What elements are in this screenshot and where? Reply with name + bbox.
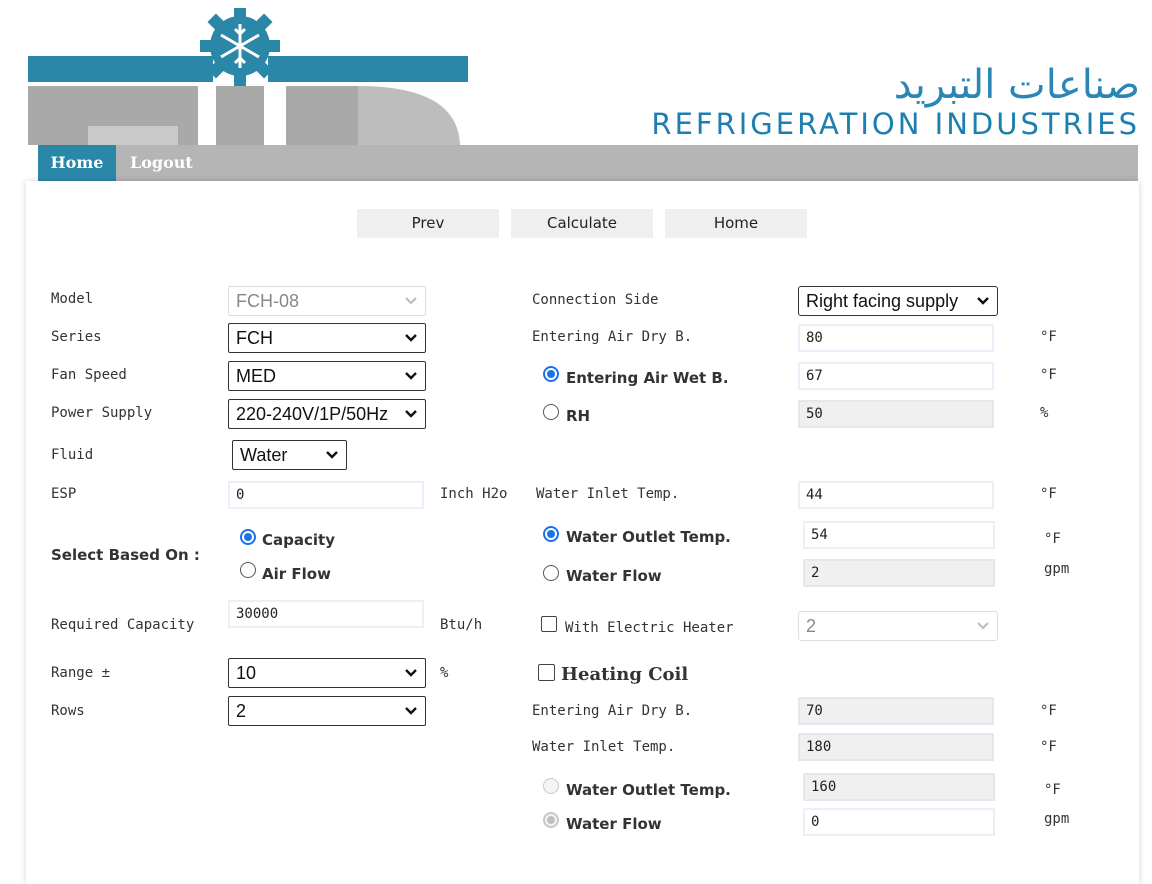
entering-air-dry-label: Entering Air Dry B. [532, 329, 693, 345]
esp-input[interactable]: 0 [228, 481, 424, 509]
company-name-arabic: صناعات التبريد [893, 62, 1140, 108]
water-flow-radio[interactable] [543, 565, 559, 581]
water-outlet-radio[interactable] [543, 526, 559, 542]
heating-water-flow-radio[interactable] [543, 812, 559, 828]
heating-water-inlet-unit: °F [1040, 739, 1057, 755]
series-select[interactable]: FCH [228, 323, 426, 353]
power-supply-value: 220-240V/1P/50Hz [236, 404, 389, 424]
heating-entering-air-dry-input[interactable]: 70 [798, 697, 994, 725]
entering-air-dry-unit: °F [1040, 329, 1057, 345]
electric-heater-label: With Electric Heater [565, 620, 734, 636]
rh-input[interactable]: 50 [798, 400, 994, 428]
air-flow-radio[interactable] [240, 562, 256, 578]
heating-water-inlet-label: Water Inlet Temp. [532, 739, 676, 755]
connection-side-label: Connection Side [532, 292, 659, 308]
fan-speed-select[interactable]: MED [228, 361, 426, 391]
capacity-radio-label: Capacity [262, 531, 335, 549]
required-capacity-unit: Btu/h [440, 617, 483, 633]
electric-heater-select[interactable]: 2 [798, 611, 998, 641]
series-value: FCH [236, 328, 273, 348]
capacity-radio[interactable] [240, 529, 256, 545]
heating-water-outlet-label: Water Outlet Temp. [566, 781, 731, 799]
fluid-value: Water [240, 445, 288, 465]
select-based-on-label: Select Based On : [51, 546, 200, 564]
fan-speed-value: MED [236, 366, 276, 386]
chevron-down-icon [405, 297, 417, 305]
chevron-down-icon [977, 622, 989, 630]
heating-water-flow-input[interactable]: 0 [803, 808, 995, 836]
connection-side-value: Right facing supply [806, 291, 959, 311]
nav-bar: Home Logout [38, 145, 1138, 181]
water-outlet-unit: °F [1044, 531, 1061, 547]
entering-air-wet-unit: °F [1040, 367, 1057, 383]
heating-entering-air-dry-unit: °F [1040, 703, 1057, 719]
nav-home-link[interactable]: Home [38, 145, 116, 181]
heating-entering-air-dry-label: Entering Air Dry B. [532, 703, 693, 719]
rows-value: 2 [236, 701, 247, 721]
required-capacity-input[interactable]: 30000 [228, 600, 424, 628]
prev-button[interactable]: Prev [357, 209, 499, 238]
water-flow-input[interactable]: 2 [803, 559, 995, 587]
chevron-down-icon [326, 451, 338, 459]
water-inlet-label: Water Inlet Temp. [536, 486, 680, 502]
page-header: صناعات التبريد REFRIGERATION INDUSTRIES [0, 0, 1152, 145]
heating-coil-label: Heating Coil [561, 664, 689, 685]
heating-water-outlet-input[interactable]: 160 [803, 773, 995, 801]
required-capacity-label: Required Capacity [51, 617, 195, 633]
heating-water-flow-label: Water Flow [566, 815, 662, 833]
water-flow-unit: gpm [1044, 561, 1070, 577]
heating-coil-checkbox[interactable] [538, 664, 555, 681]
entering-air-wet-label: Entering Air Wet B. [566, 369, 729, 387]
chevron-down-icon [405, 707, 417, 715]
esp-label: ESP [51, 486, 77, 502]
rows-select[interactable]: 2 [228, 696, 426, 726]
heating-water-outlet-radio[interactable] [543, 778, 559, 794]
model-label: Model [51, 291, 94, 307]
home-button[interactable]: Home [665, 209, 807, 238]
rh-label: RH [566, 407, 591, 425]
chevron-down-icon [977, 297, 989, 305]
power-supply-select[interactable]: 220-240V/1P/50Hz [228, 399, 426, 429]
ric-logo [28, 8, 468, 145]
range-unit: % [440, 665, 449, 681]
water-inlet-input[interactable]: 44 [798, 481, 994, 509]
water-flow-label: Water Flow [566, 567, 662, 585]
rows-label: Rows [51, 703, 85, 719]
electric-heater-checkbox[interactable] [541, 616, 557, 632]
chevron-down-icon [405, 372, 417, 380]
entering-air-dry-input[interactable]: 80 [798, 324, 994, 352]
range-select[interactable]: 10 [228, 658, 426, 688]
entering-air-wet-radio[interactable] [543, 366, 559, 382]
rh-unit: % [1040, 405, 1049, 421]
water-outlet-input[interactable]: 54 [803, 521, 995, 549]
rh-radio[interactable] [543, 404, 559, 420]
water-inlet-unit: °F [1040, 486, 1057, 502]
nav-logout-link[interactable]: Logout [130, 145, 204, 181]
range-value: 10 [236, 663, 257, 683]
model-value: FCH-08 [236, 291, 300, 311]
heating-water-flow-unit: gpm [1044, 811, 1070, 827]
fluid-label: Fluid [51, 447, 94, 463]
esp-unit: Inch H2o [440, 486, 508, 502]
water-outlet-label: Water Outlet Temp. [566, 528, 731, 546]
entering-air-wet-input[interactable]: 67 [798, 362, 994, 390]
connection-side-select[interactable]: Right facing supply [798, 286, 998, 316]
model-select[interactable]: FCH-08 [228, 286, 426, 316]
fluid-select[interactable]: Water [232, 440, 347, 470]
company-name-english: REFRIGERATION INDUSTRIES [651, 107, 1140, 141]
electric-heater-value: 2 [806, 616, 817, 636]
chevron-down-icon [405, 410, 417, 418]
series-label: Series [51, 329, 102, 345]
fan-speed-label: Fan Speed [51, 367, 127, 383]
power-supply-label: Power Supply [51, 405, 153, 421]
heating-water-outlet-unit: °F [1044, 782, 1061, 798]
air-flow-radio-label: Air Flow [262, 565, 331, 583]
chevron-down-icon [405, 669, 417, 677]
calculate-button[interactable]: Calculate [511, 209, 653, 238]
heating-water-inlet-input[interactable]: 180 [798, 733, 994, 761]
range-label: Range ± [51, 665, 111, 681]
chevron-down-icon [405, 334, 417, 342]
